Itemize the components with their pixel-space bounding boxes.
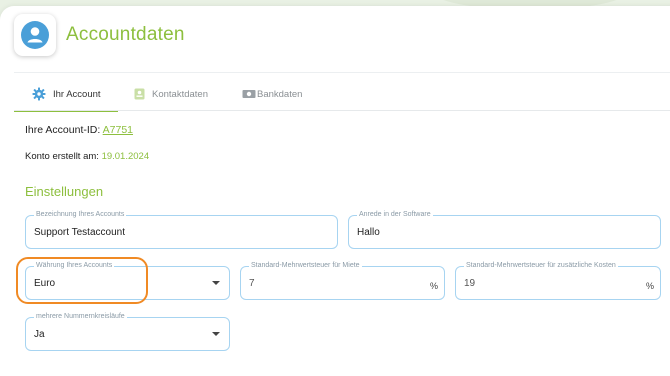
field-value: Ja (34, 329, 45, 340)
divider (14, 72, 670, 73)
field-value: 19 (464, 278, 476, 289)
field-value: Hallo (357, 227, 380, 238)
created-label: Konto erstellt am: (25, 151, 99, 162)
account-name-field[interactable]: Bezeichnung Ihres Accounts Support Testa… (25, 210, 338, 249)
created-date: 19.01.2024 (101, 151, 150, 162)
tab-bankdaten[interactable]: Bankdaten (226, 78, 326, 110)
percent-suffix: % (645, 281, 654, 291)
page-header: Accountdaten (14, 14, 185, 56)
field-value: Support Testaccount (34, 227, 125, 238)
account-id-label: Ihre Account-ID: (25, 124, 101, 136)
avatar (14, 14, 56, 56)
page-title: Accountdaten (66, 24, 185, 45)
chevron-down-icon[interactable] (212, 332, 220, 336)
field-value: 7 (249, 278, 255, 289)
gear-icon (32, 87, 46, 101)
contact-card-icon (134, 88, 145, 100)
vat-rent-field[interactable]: Standard-Mehrwertsteuer für Miete 7 % (240, 261, 445, 300)
number-ranges-select[interactable]: mehrere Nummernkreisläufe Ja (25, 312, 230, 351)
vat-extra-field[interactable]: Standard-Mehrwertsteuer für zusätzliche … (455, 261, 661, 300)
greeting-field[interactable]: Anrede in der Software Hallo (348, 210, 661, 249)
percent-suffix: % (429, 281, 438, 291)
field-label: Bezeichnung Ihres Accounts (34, 210, 127, 220)
field-label: Anrede in der Software (357, 210, 433, 220)
highlight-annotation (16, 257, 148, 304)
user-avatar-icon (21, 21, 49, 49)
section-title: Einstellungen (25, 184, 104, 199)
tab-label: Kontaktdaten (152, 88, 208, 100)
tab-bar: Ihr Account Kontaktdaten Bankdaten (14, 78, 670, 112)
tab-label: Bankdaten (257, 88, 303, 100)
created-row: Konto erstellt am: 19.01.2024 (25, 151, 149, 162)
tab-kontaktdaten[interactable]: Kontaktdaten (118, 78, 226, 110)
tab-label: Ihr Account (53, 88, 101, 100)
tab-ihr-account[interactable]: Ihr Account (14, 78, 118, 112)
field-label: Standard-Mehrwertsteuer für Miete (249, 261, 362, 271)
field-label: mehrere Nummernkreisläufe (34, 312, 127, 322)
account-id-link[interactable]: A7751 (103, 124, 133, 136)
field-label: Standard-Mehrwertsteuer für zusätzliche … (464, 261, 618, 271)
chevron-down-icon[interactable] (212, 281, 220, 285)
money-icon (242, 89, 256, 99)
account-id-row: Ihre Account-ID: A7751 (25, 124, 133, 136)
tabs-divider (14, 110, 670, 111)
